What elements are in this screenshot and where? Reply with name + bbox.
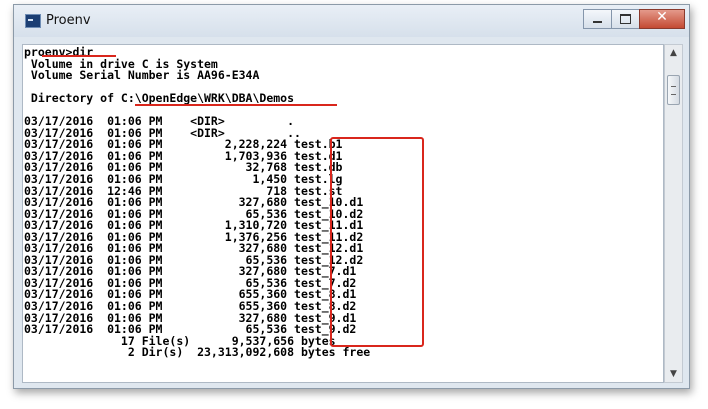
minimize-button[interactable] <box>583 9 612 29</box>
scroll-down-icon[interactable]: ▼ <box>665 366 682 382</box>
close-button[interactable]: ✕ <box>639 9 685 29</box>
maximize-button[interactable] <box>611 9 640 29</box>
window-controls: ✕ <box>583 9 685 29</box>
directory-underline <box>135 104 337 106</box>
window-title: Proenv <box>46 13 91 28</box>
scroll-thumb[interactable] <box>667 75 680 105</box>
close-icon: ✕ <box>656 9 668 25</box>
command-underline <box>42 55 116 57</box>
minimize-icon <box>593 21 602 23</box>
console-icon <box>25 14 41 28</box>
scroll-up-icon[interactable]: ▲ <box>665 45 682 61</box>
vertical-scrollbar[interactable]: ▲ ▼ <box>664 44 683 383</box>
file-listing: 03/17/2016 01:06 PM <DIR> . 03/17/2016 0… <box>24 114 363 336</box>
volume-serial: Volume Serial Number is AA96-E34A <box>24 68 260 83</box>
file-names-highlight-box <box>330 137 424 347</box>
summary-dirs: 2 Dir(s) 23,313,092,608 bytes free <box>24 345 371 360</box>
maximize-icon <box>620 14 631 24</box>
title-bar[interactable]: Proenv ✕ <box>14 5 689 37</box>
